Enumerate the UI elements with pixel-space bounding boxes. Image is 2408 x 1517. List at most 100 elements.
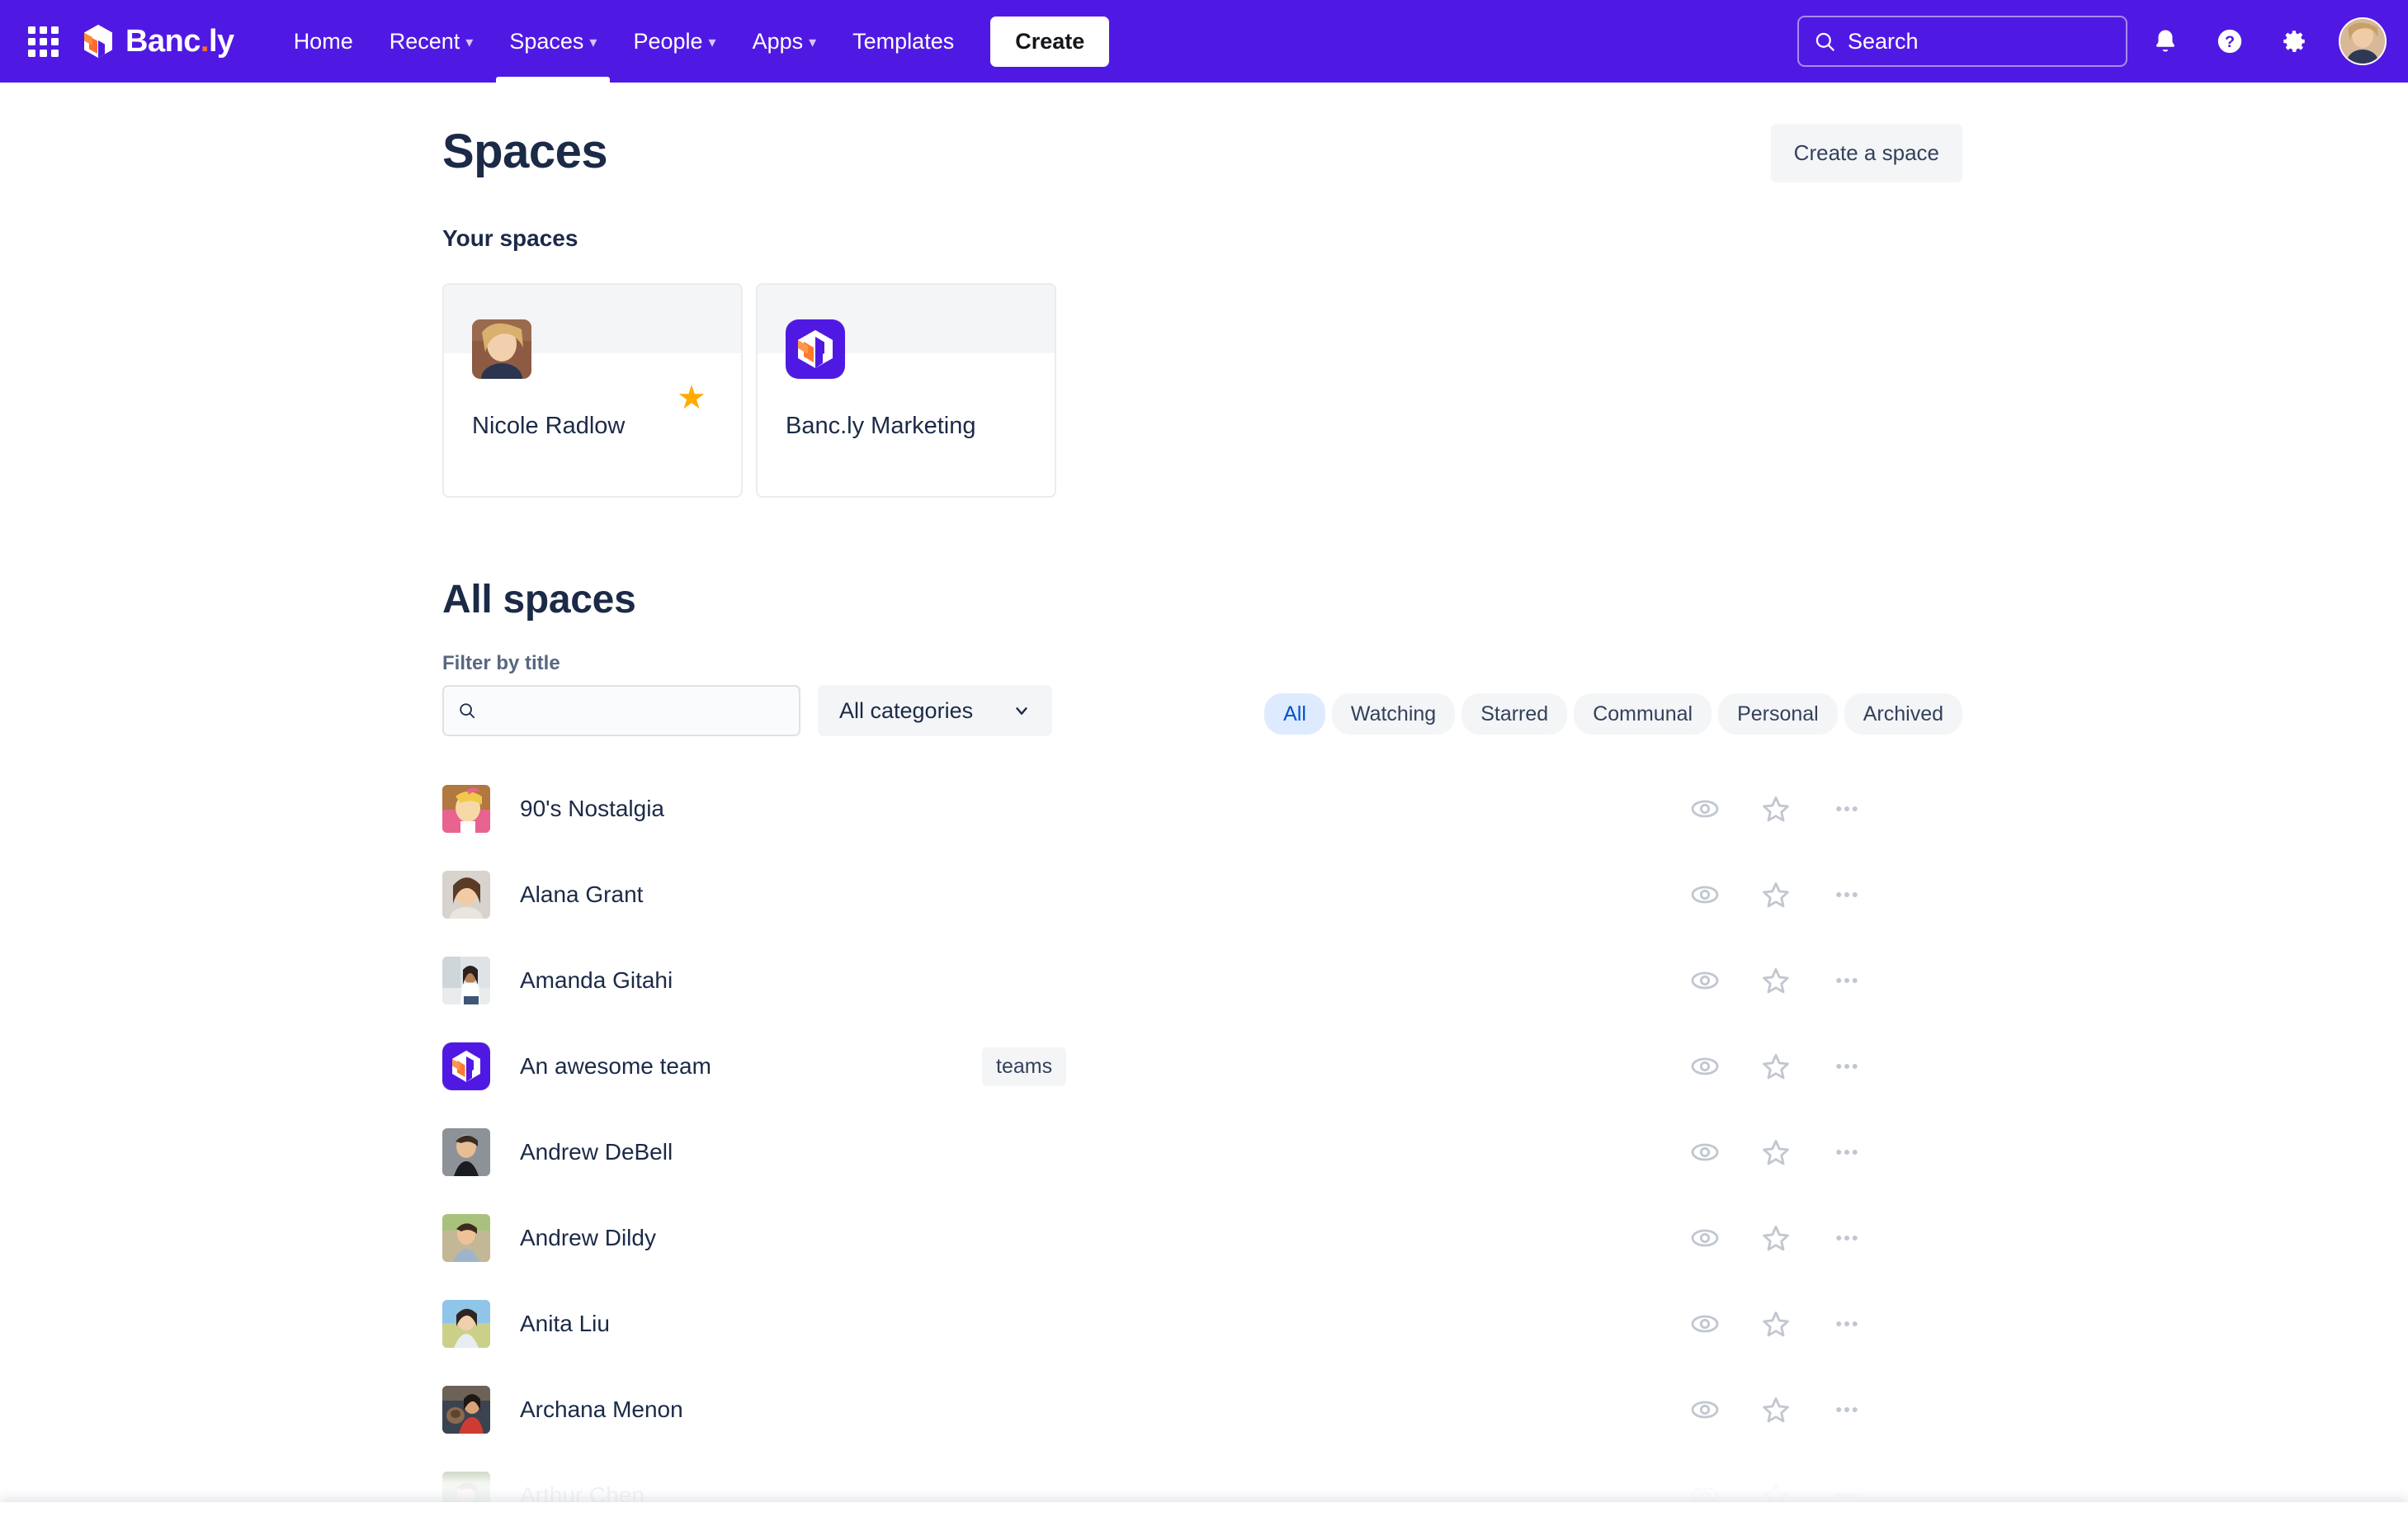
table-row[interactable]: Archana Menon xyxy=(442,1367,1962,1453)
more-horizontal-icon[interactable] xyxy=(1829,1134,1865,1170)
content-column: Spaces Create a space Your spaces ★ Nico xyxy=(0,83,2408,1517)
your-spaces-cards: ★ Nicole Radlow Banc.ly Marketing xyxy=(442,283,2408,498)
grid-apps-icon xyxy=(27,26,59,57)
eye-icon[interactable] xyxy=(1687,1048,1723,1085)
help-button[interactable]: ? xyxy=(2203,15,2256,68)
brand-suffix: ly xyxy=(208,23,234,59)
filter-title-input[interactable] xyxy=(442,685,800,736)
eye-icon[interactable] xyxy=(1687,791,1723,827)
row-actions xyxy=(1687,877,1865,913)
more-horizontal-icon[interactable] xyxy=(1829,791,1865,827)
star-outline-icon[interactable] xyxy=(1758,962,1794,999)
avatar-image xyxy=(442,1214,490,1262)
eye-icon[interactable] xyxy=(1687,1306,1723,1342)
avatar xyxy=(442,957,490,1004)
row-actions xyxy=(1687,1306,1865,1342)
notifications-button[interactable] xyxy=(2139,15,2192,68)
eye-icon[interactable] xyxy=(1687,877,1723,913)
nav-item-people[interactable]: People ▾ xyxy=(615,0,734,83)
table-row[interactable]: Andrew Dildy xyxy=(442,1195,1962,1281)
more-horizontal-icon[interactable] xyxy=(1829,1220,1865,1256)
avatar-image xyxy=(442,1386,490,1434)
chevron-down-icon: ▾ xyxy=(589,34,597,50)
more-horizontal-icon[interactable] xyxy=(1829,1392,1865,1428)
nav-item-apps[interactable]: Apps ▾ xyxy=(734,0,835,83)
avatar xyxy=(472,319,531,379)
star-outline-icon[interactable] xyxy=(1758,1134,1794,1170)
avatar-image xyxy=(442,871,490,919)
more-horizontal-icon[interactable] xyxy=(1829,962,1865,999)
avatar-image xyxy=(442,1128,490,1176)
star-outline-icon[interactable] xyxy=(1758,1220,1794,1256)
space-name: An awesome team xyxy=(520,1053,711,1079)
search-placeholder: Search xyxy=(1848,28,1919,54)
chevron-down-icon: ▾ xyxy=(708,34,716,50)
star-outline-icon[interactable] xyxy=(1758,1306,1794,1342)
brand-logo-link[interactable]: Banc.ly xyxy=(78,21,234,62)
nav-item-spaces[interactable]: Spaces ▾ xyxy=(491,0,615,83)
chevron-down-icon: ▾ xyxy=(809,34,817,50)
star-filled-icon[interactable]: ★ xyxy=(677,381,706,414)
star-outline-icon[interactable] xyxy=(1758,1392,1794,1428)
space-card-bancly-marketing[interactable]: Banc.ly Marketing xyxy=(756,283,1056,498)
nav-item-home[interactable]: Home xyxy=(276,0,371,83)
avatar xyxy=(442,1386,490,1434)
avatar xyxy=(442,785,490,833)
space-card-nicole-radlow[interactable]: ★ Nicole Radlow xyxy=(442,283,743,498)
avatar xyxy=(442,1300,490,1348)
create-button[interactable]: Create xyxy=(990,16,1110,67)
more-horizontal-icon[interactable] xyxy=(1829,1306,1865,1342)
table-row[interactable]: Amanda Gitahi xyxy=(442,938,1962,1023)
star-outline-icon[interactable] xyxy=(1758,791,1794,827)
more-horizontal-icon[interactable] xyxy=(1829,1048,1865,1085)
table-row[interactable]: Alana Grant xyxy=(442,852,1962,938)
nav-item-recent[interactable]: Recent ▾ xyxy=(371,0,492,83)
row-actions xyxy=(1687,791,1865,827)
table-row[interactable]: Arthur Chen xyxy=(442,1453,1962,1517)
profile-avatar[interactable] xyxy=(2339,17,2387,65)
table-row[interactable]: An awesome team teams xyxy=(442,1023,1962,1109)
search-icon xyxy=(460,703,475,719)
filter-pill-all[interactable]: All xyxy=(1264,693,1325,735)
eye-icon[interactable] xyxy=(1687,1220,1723,1256)
settings-button[interactable] xyxy=(2268,15,2321,68)
filter-pill-communal[interactable]: Communal xyxy=(1574,693,1712,735)
space-category-tag[interactable]: teams xyxy=(982,1047,1067,1086)
table-row[interactable]: Anita Liu xyxy=(442,1281,1962,1367)
table-row[interactable]: Andrew DeBell xyxy=(442,1109,1962,1195)
eye-icon[interactable] xyxy=(1687,1477,1723,1514)
nav-item-templates[interactable]: Templates xyxy=(834,0,972,83)
star-outline-icon[interactable] xyxy=(1758,877,1794,913)
page-body: Spaces Create a space Your spaces ★ Nico xyxy=(0,83,2408,1517)
row-actions xyxy=(1687,1134,1865,1170)
category-select-label: All categories xyxy=(839,697,974,723)
category-select[interactable]: All categories xyxy=(818,685,1052,736)
eye-icon[interactable] xyxy=(1687,1392,1723,1428)
bancly-cube-logo-icon xyxy=(78,21,119,62)
help-circle-icon: ? xyxy=(2217,29,2242,54)
table-row[interactable]: 90's Nostalgia xyxy=(442,766,1962,852)
eye-icon[interactable] xyxy=(1687,962,1723,999)
star-outline-icon[interactable] xyxy=(1758,1477,1794,1514)
more-horizontal-icon[interactable] xyxy=(1829,877,1865,913)
bell-icon xyxy=(2156,30,2174,52)
search-icon xyxy=(1815,32,1834,51)
row-actions xyxy=(1687,1392,1865,1428)
more-horizontal-icon[interactable] xyxy=(1829,1477,1865,1514)
nav-item-label: Apps xyxy=(752,28,804,54)
eye-icon[interactable] xyxy=(1687,1134,1723,1170)
star-outline-icon[interactable] xyxy=(1758,1048,1794,1085)
filter-pill-personal[interactable]: Personal xyxy=(1718,693,1838,735)
create-a-space-button[interactable]: Create a space xyxy=(1770,124,1962,182)
filter-pill-archived[interactable]: Archived xyxy=(1844,693,1962,735)
global-search-input[interactable]: Search xyxy=(1797,16,2127,67)
filter-title-field[interactable] xyxy=(485,697,785,724)
space-name: Anita Liu xyxy=(520,1311,610,1336)
app-switcher-button[interactable] xyxy=(21,19,65,64)
avatar xyxy=(786,319,845,379)
bancly-logo-icon xyxy=(786,319,845,379)
row-actions xyxy=(1687,1048,1865,1085)
chevron-down-icon: ▾ xyxy=(465,34,474,50)
filter-pill-watching[interactable]: Watching xyxy=(1331,693,1456,735)
filter-pill-starred[interactable]: Starred xyxy=(1461,693,1568,735)
